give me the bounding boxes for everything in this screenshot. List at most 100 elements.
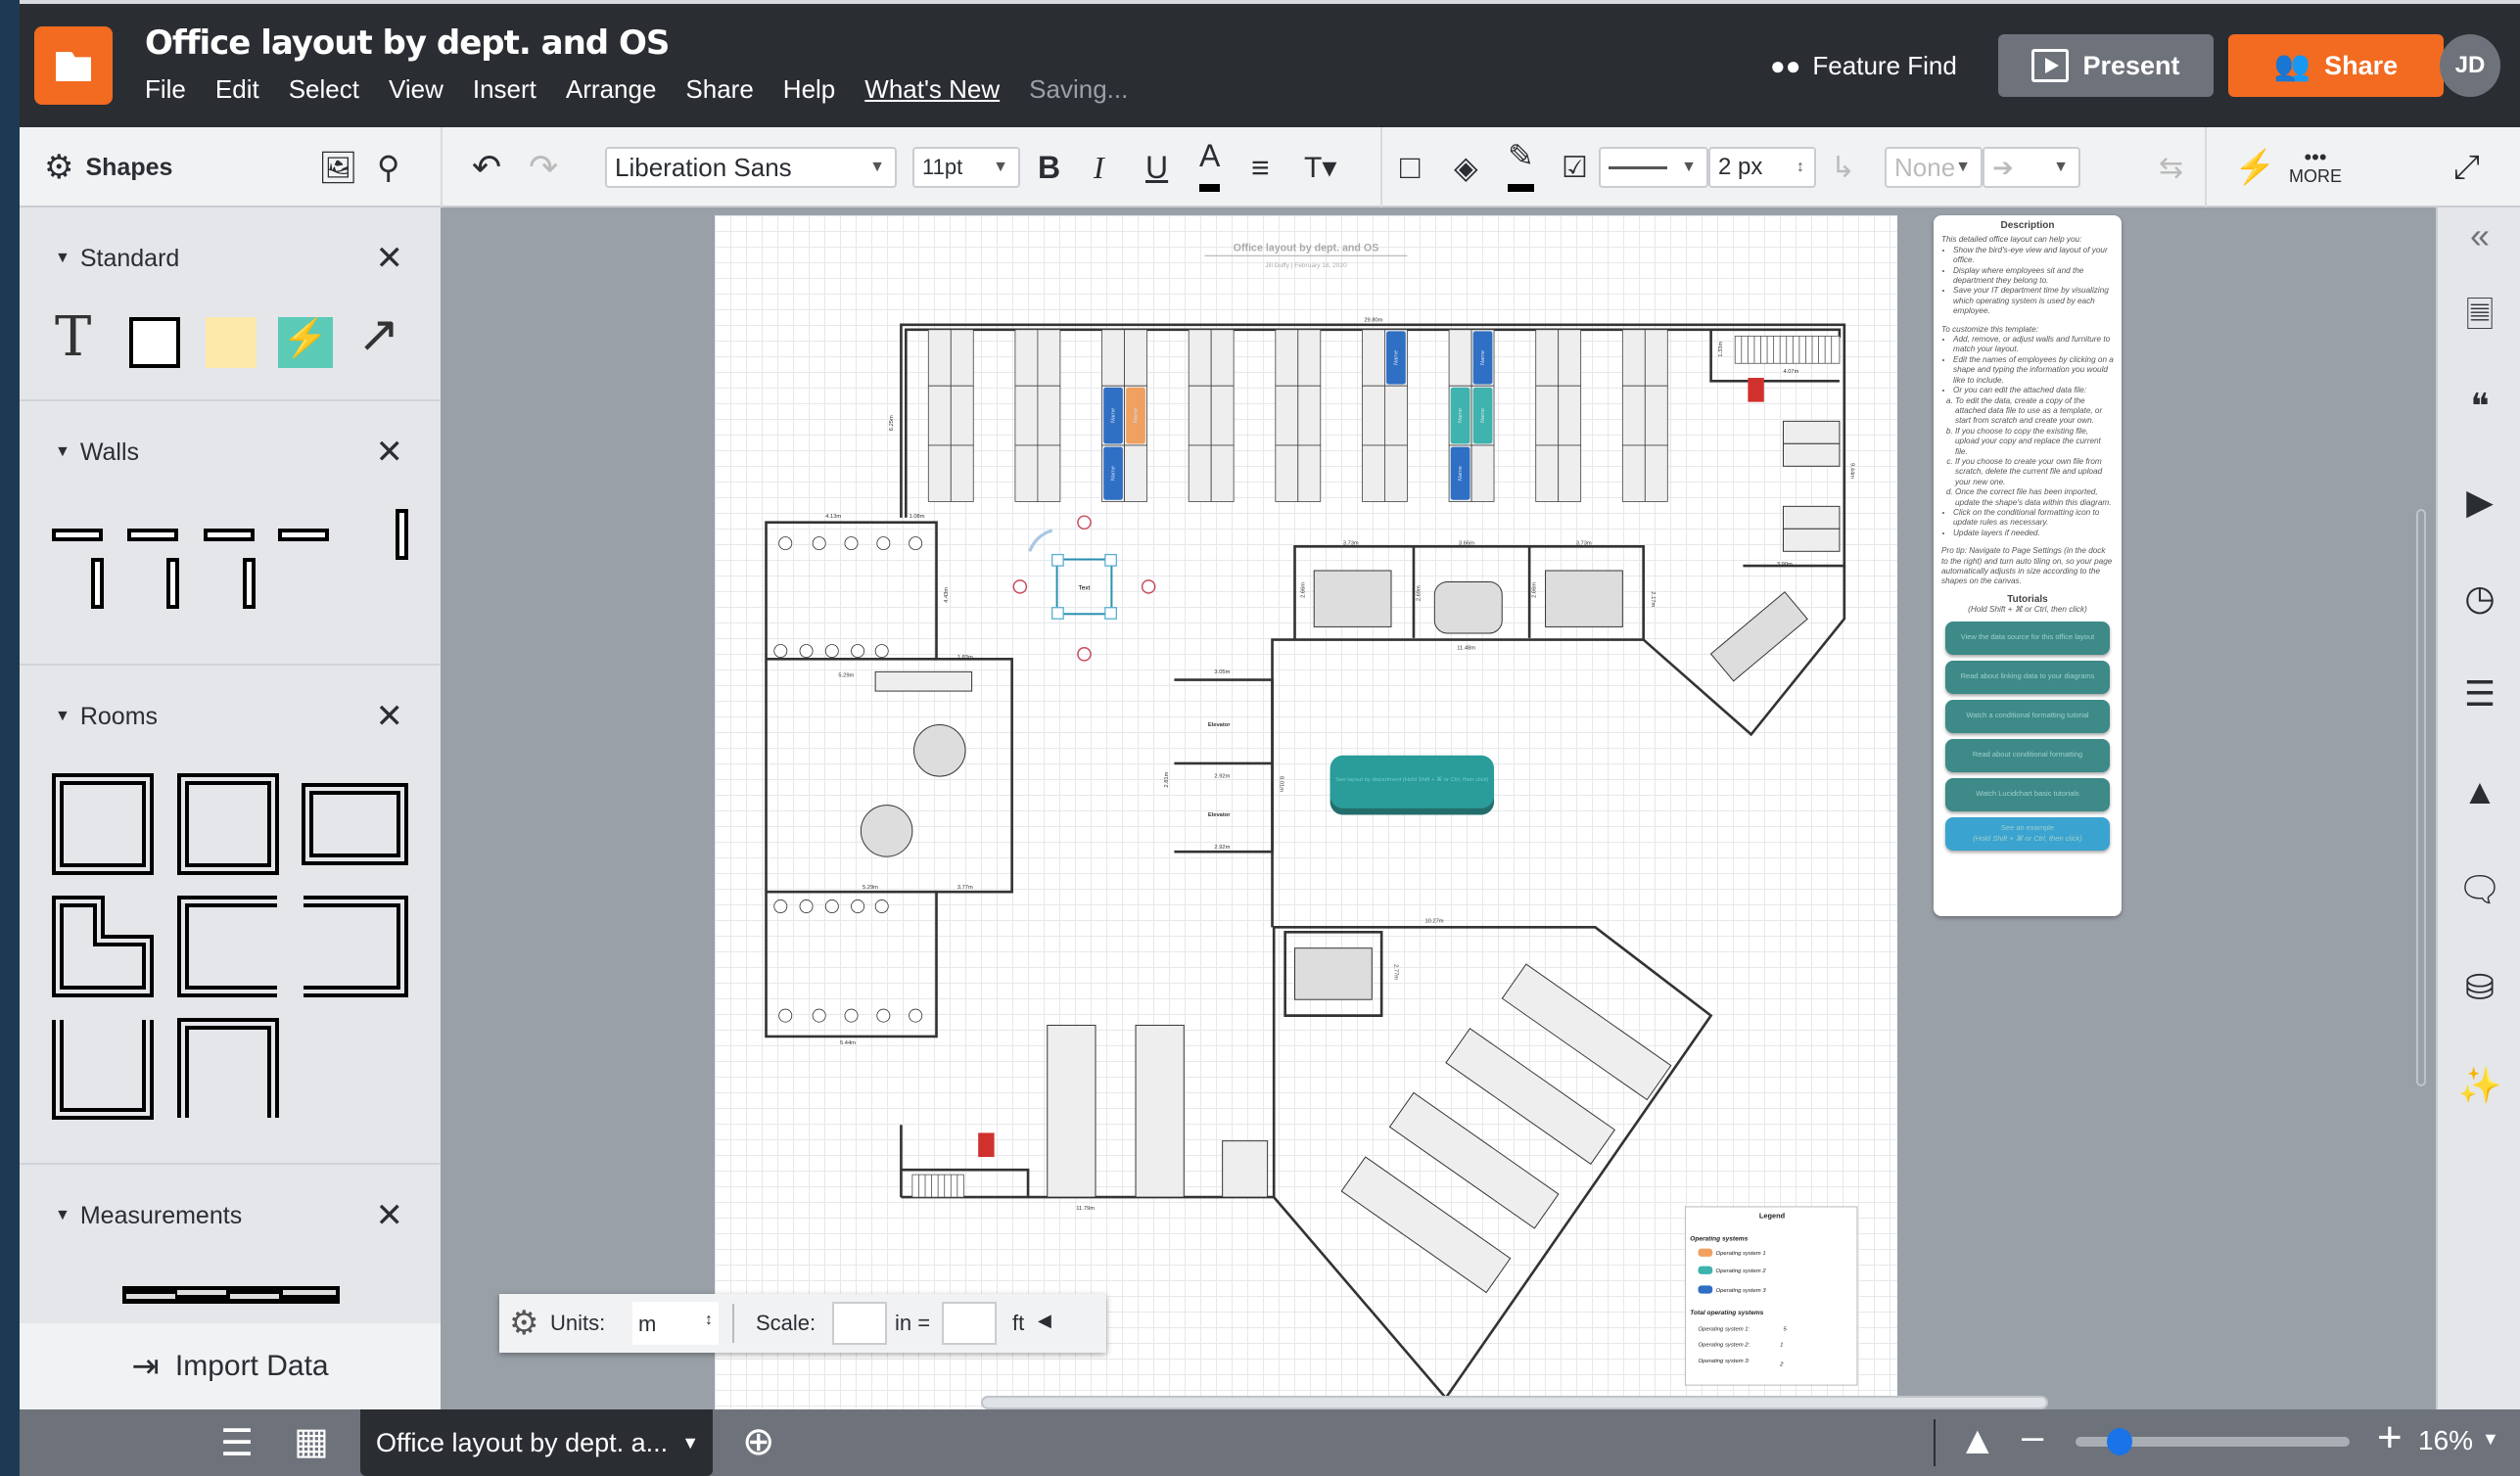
undo-icon[interactable]: ↶ [472, 127, 501, 208]
arrow-shape[interactable]: ↗ [357, 305, 400, 364]
font-size-select[interactable]: 11pt ▼ [912, 147, 1020, 188]
navigate-icon[interactable]: ▲ [1958, 1419, 1997, 1463]
page-settings-icon[interactable]: 🗏 [2438, 290, 2520, 349]
bold-icon[interactable]: B [1038, 127, 1060, 208]
desk[interactable] [1297, 444, 1322, 502]
sticky-note-shape[interactable] [206, 317, 257, 368]
wall-shapes[interactable] [49, 501, 421, 609]
canvas-page[interactable]: Office layout by dept. and OS Jill Duffy… [715, 215, 1897, 1409]
scale-feet-input[interactable] [942, 1302, 997, 1345]
desk[interactable] [1037, 329, 1061, 387]
menu-select[interactable]: Select [289, 74, 359, 105]
app-logo[interactable] [34, 26, 113, 105]
desk[interactable] [1014, 385, 1039, 446]
room-shapes[interactable] [49, 770, 431, 1132]
menu-edit[interactable]: Edit [215, 74, 259, 105]
data-link-icon[interactable]: ⛁ [2438, 967, 2520, 1008]
line-end-select[interactable]: ➔ ▼ [1983, 147, 2080, 188]
desk[interactable] [1210, 444, 1235, 502]
desk[interactable] [1384, 385, 1408, 446]
document-title[interactable]: Office layout by dept. and OS [145, 23, 670, 63]
presentation-icon[interactable]: ▶ [2438, 482, 2520, 523]
menu-insert[interactable]: Insert [473, 74, 537, 105]
lightning-shape[interactable]: ⚡ [278, 317, 333, 368]
desk[interactable] [1275, 444, 1299, 502]
redo-icon[interactable]: ↷ [529, 127, 558, 208]
vertical-scrollbar[interactable] [2416, 509, 2426, 1086]
section-rooms[interactable]: ▼ Rooms ✕ [20, 687, 441, 746]
comments-quote-icon[interactable]: ❝ [2438, 386, 2520, 427]
line-width-input[interactable]: 2 px ↕ [1708, 147, 1816, 188]
desk[interactable] [1558, 329, 1582, 387]
chat-icon[interactable]: 🗨 [2438, 869, 2520, 910]
menu-file[interactable]: File [145, 74, 186, 105]
feature-find-button[interactable]: ●● Feature Find [1770, 51, 1957, 81]
italic-icon[interactable]: I [1094, 127, 1104, 208]
desk[interactable] [950, 385, 974, 446]
chevron-down-icon[interactable]: ▼ [2482, 1429, 2499, 1450]
desk[interactable] [1621, 385, 1646, 446]
desk[interactable] [1558, 444, 1582, 502]
underline-icon[interactable]: U [1145, 127, 1168, 208]
section-walls[interactable]: ▼ Walls ✕ [20, 423, 441, 482]
fill-icon[interactable]: ◈ [1454, 127, 1478, 208]
lightning-icon[interactable]: ⚡ [2234, 127, 2275, 208]
zoom-out-icon[interactable]: – [2022, 1415, 2043, 1459]
menu-whats-new[interactable]: What's New [864, 74, 1000, 105]
more-button[interactable]: ••• MORE [2289, 127, 2342, 208]
desk[interactable] [1188, 385, 1212, 446]
desk[interactable] [1124, 329, 1147, 387]
line-style-select[interactable]: ▼ [1599, 147, 1708, 188]
conditional-format-icon[interactable]: ☑ [1562, 127, 1588, 208]
desk[interactable] [1644, 385, 1668, 446]
page-tab[interactable]: Office layout by dept. a... ▼ [360, 1409, 713, 1476]
desk[interactable] [1470, 444, 1495, 502]
swap-icon[interactable]: ⇆ [2159, 127, 2183, 208]
image-icon[interactable]: 🖼 [318, 127, 358, 208]
close-icon[interactable]: ✕ [376, 697, 404, 736]
department-link-button[interactable]: See layout by department (Hold Shift + ⌘… [1330, 755, 1495, 815]
history-icon[interactable]: ◷ [2438, 577, 2520, 619]
line-color-icon[interactable]: ✎ [1508, 127, 1534, 192]
data-icon[interactable]: ▲ [2438, 771, 2520, 812]
menu-arrange[interactable]: Arrange [566, 74, 657, 105]
desk[interactable] [927, 385, 952, 446]
text-options-icon[interactable]: T▾ [1304, 127, 1336, 208]
desk[interactable] [1362, 385, 1385, 446]
desk[interactable] [927, 329, 952, 387]
desk[interactable] [1124, 444, 1147, 502]
close-icon[interactable]: ✕ [376, 239, 404, 278]
selected-text-shape[interactable]: Text [1012, 515, 1156, 662]
desk[interactable] [1644, 444, 1668, 502]
desk[interactable] [1535, 385, 1560, 446]
desk[interactable] [1275, 385, 1299, 446]
tutorial-button[interactable]: View the data source for this office lay… [1945, 621, 2110, 655]
desk[interactable] [1384, 444, 1408, 502]
units-select[interactable]: m ↕ [632, 1302, 719, 1345]
tutorial-button[interactable]: Read about conditional formatting [1945, 738, 2110, 772]
zoom-level[interactable]: 16% [2418, 1425, 2473, 1456]
desk[interactable] [1275, 329, 1299, 387]
rectangle-shape[interactable] [129, 317, 180, 368]
text-color-icon[interactable]: A [1199, 127, 1221, 192]
tutorial-button[interactable]: Watch Lucidchart basic tutorials [1945, 777, 2110, 811]
desk[interactable] [1535, 444, 1560, 502]
desk[interactable] [1210, 329, 1235, 387]
floor-plan[interactable]: Office layout by dept. and OS Jill Duffy… [715, 215, 1897, 1409]
container-icon[interactable]: □ [1400, 127, 1421, 208]
collapse-left-icon[interactable]: ◀ [1038, 1311, 1051, 1331]
add-page-icon[interactable]: ⊕ [742, 1419, 775, 1464]
desk[interactable] [1101, 329, 1125, 387]
share-button[interactable]: 👥 Share [2228, 34, 2444, 97]
desk[interactable] [1448, 329, 1472, 387]
zoom-slider-knob[interactable] [2106, 1428, 2132, 1455]
tutorial-button[interactable]: Watch a conditional formatting tutorial [1945, 699, 2110, 733]
section-standard[interactable]: ▼ Standard ✕ [20, 229, 441, 288]
gear-icon[interactable]: ⚙ [509, 1304, 538, 1343]
close-icon[interactable]: ✕ [376, 433, 404, 472]
desk[interactable] [1297, 385, 1322, 446]
text-shape[interactable]: T [55, 305, 91, 369]
connector-icon[interactable]: ↳ [1831, 127, 1855, 208]
page-grid-icon[interactable]: ▦ [294, 1419, 329, 1463]
import-data-button[interactable]: ⇥ Import Data [20, 1323, 441, 1409]
